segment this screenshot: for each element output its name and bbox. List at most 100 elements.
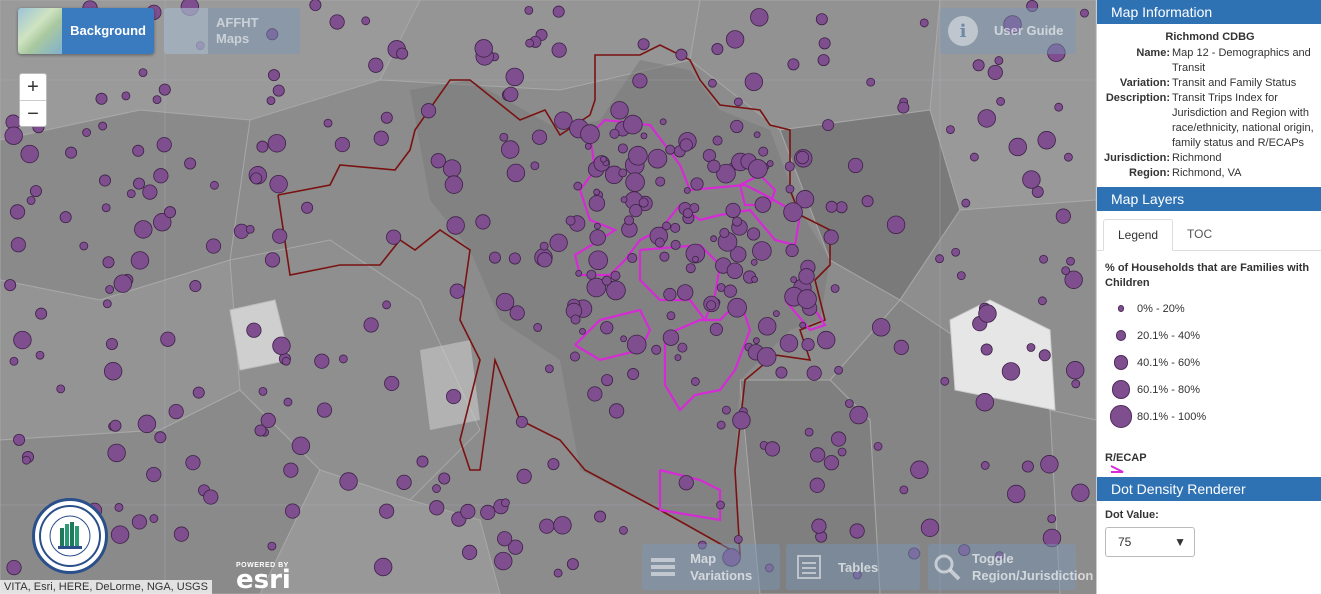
tract-dot [817,54,830,67]
tract-dot [102,299,112,309]
tract-dot [725,202,741,219]
hud-seal-logo [32,498,108,574]
tract-dot [910,460,929,479]
tract-dot [267,69,280,82]
tract-dot [329,14,345,30]
zoom-in-button[interactable]: + [20,74,46,100]
map-variations-label: Map Variations [690,551,753,583]
tract-dot [1022,170,1041,189]
tract-dot [679,138,693,152]
tract-dot [432,484,441,493]
dot-density-header[interactable]: Dot Density Renderer [1097,477,1321,501]
info-row: Description: Transit Trips Index for Juri… [1103,91,1317,151]
tab-legend[interactable]: Legend [1103,219,1174,251]
tract-dot [626,334,647,355]
dot-layer [4,0,1090,580]
tract-dot [380,111,393,124]
tract-dot [795,150,810,165]
tract-dot [623,114,643,135]
tract-dot [107,443,126,463]
tract-dot [105,337,118,350]
info-value: Richmond [1172,152,1222,164]
tract-dot [972,59,985,72]
tract-dot [272,84,285,97]
tract-dot [609,128,620,139]
tract-dot [138,68,148,78]
map-information-content: Richmond CDBG Name: Map 12 - Demographics… [1097,24,1321,187]
tract-dot [10,237,26,253]
tract-dot [442,159,462,178]
info-key: Variation: [1119,77,1170,89]
info-key: Region: [1129,167,1170,179]
tract-dot [506,163,526,183]
toggle-region-button[interactable]: Toggle Region/Jurisdiction [928,544,1093,590]
tract-dot [339,472,358,491]
tract-dot [505,67,524,87]
tract-dot [790,276,798,284]
tract-dot [449,283,465,299]
tract-dot [501,140,520,159]
tract-dot [1038,296,1047,306]
tract-dot [804,427,814,437]
zoom-out-button[interactable]: − [20,100,46,126]
map-canvas[interactable]: Background AFFHT Maps i User Guide + − M… [0,0,1096,594]
tract-dot [373,130,389,146]
info-key: Name: [1136,47,1170,59]
tract-dot [969,152,979,162]
tract-dot [6,559,22,576]
tract-dot [509,305,525,321]
tract-dot [316,402,333,418]
info-value: Map 12 - Demographics and Transit [1172,47,1311,74]
background-button[interactable]: Background [18,8,154,54]
tract-dot [620,196,628,204]
tract-dot [818,37,831,50]
tract-dot [338,354,348,364]
tract-dot [994,56,1004,65]
info-row: Variation: Transit and Family Status [1103,76,1317,91]
tract-dot [980,461,990,470]
tract-dot [446,216,465,235]
map-information-header[interactable]: Map Information [1097,0,1321,24]
tract-dot [753,131,761,139]
affht-maps-button[interactable]: AFFHT Maps [164,8,300,54]
tract-dot [203,489,219,505]
tables-button[interactable]: Tables [786,544,920,590]
tract-dot [785,243,799,258]
tract-dot [1008,137,1027,157]
tract-dot [662,329,680,346]
info-key: Jurisdiction: [1103,152,1170,164]
info-row: Name: Map 12 - Demographics and Transit [1103,46,1317,76]
tract-dot [798,268,815,285]
tract-dot [396,474,412,490]
tract-dot [629,204,643,218]
tract-dot [547,458,560,471]
tract-dot [996,97,1006,106]
tract-dot [272,336,291,356]
tract-dot [260,412,276,429]
tract-dot [709,322,723,336]
tract-dot [594,510,607,523]
tract-dot [799,321,807,329]
user-guide-button[interactable]: i User Guide [940,8,1076,54]
tract-dot [379,503,395,519]
map-layers-header[interactable]: Map Layers [1097,187,1321,211]
tract-dot [26,196,36,205]
dot-density-content: Dot Value: 75 ▼ [1097,501,1321,565]
tract-dot [1040,455,1059,474]
tract-dot [544,364,554,374]
dot-value-select[interactable]: 75 ▼ [1105,527,1195,557]
tract-dot [823,229,839,245]
tract-dot [758,146,769,157]
tract-dot [586,269,597,280]
tab-toc[interactable]: TOC [1173,219,1226,250]
affht-maps-label: AFFHT Maps [216,15,259,46]
tract-dot [683,187,691,194]
tract-dot [579,328,586,335]
tract-dot [160,331,176,347]
map-variations-button[interactable]: Map Variations [642,544,780,590]
tract-dot [533,323,543,332]
tract-dot [772,310,780,318]
info-row: Jurisdiction: Richmond [1103,151,1317,166]
tract-dot [281,356,291,366]
tract-dot [474,39,493,58]
